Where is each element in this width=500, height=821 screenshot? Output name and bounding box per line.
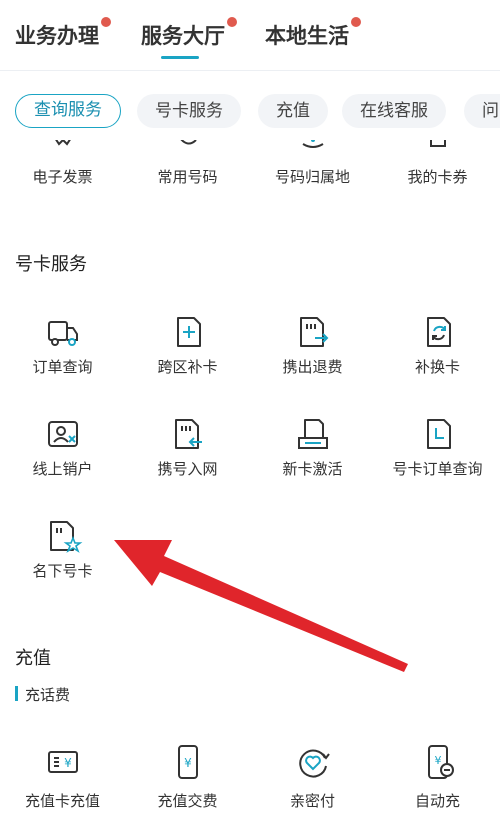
svg-text:¥: ¥ bbox=[434, 754, 441, 767]
chip-online-support[interactable]: 在线客服 bbox=[342, 94, 446, 128]
item-label: 名下号卡 bbox=[32, 562, 93, 580]
tab-label: 业务办理 bbox=[15, 24, 99, 48]
item-label: 我的卡券 bbox=[407, 168, 468, 186]
sim-transfer-out-icon bbox=[299, 317, 328, 347]
grid-item-label-wrap: 电子发票 bbox=[0, 166, 125, 187]
item-label: 常用号码 bbox=[157, 168, 218, 186]
item-label: 自动充 bbox=[414, 792, 460, 810]
grid-item-card-recharge[interactable]: ¥ 充值卡充值 bbox=[0, 742, 125, 811]
grid-item-intimate-pay[interactable]: 亲密付 bbox=[250, 742, 375, 811]
grid-item-label-wrap: 我的卡券 bbox=[375, 166, 500, 187]
tab-service-hall[interactable]: 服务大厅 bbox=[141, 17, 237, 59]
grid-item-invoice[interactable] bbox=[0, 140, 125, 150]
grid-item-my-numbers[interactable]: 名下号卡 bbox=[0, 516, 125, 581]
item-label: 跨区补卡 bbox=[157, 358, 218, 376]
sim-add-icon bbox=[176, 317, 201, 347]
item-label: 充值卡充值 bbox=[24, 792, 100, 810]
svg-text:¥: ¥ bbox=[64, 756, 72, 770]
phone-icon bbox=[179, 140, 197, 145]
grid-item-my-coupons[interactable] bbox=[375, 140, 500, 150]
item-label: 携号入网 bbox=[157, 460, 218, 478]
item-label: 线上销户 bbox=[32, 460, 93, 478]
sim-star-icon bbox=[49, 521, 82, 553]
item-label: 携出退费 bbox=[282, 358, 343, 376]
item-label: 电子发票 bbox=[32, 168, 93, 186]
sim-order-icon bbox=[426, 419, 451, 449]
sim-activate-icon bbox=[297, 419, 328, 449]
tab-label: 服务大厅 bbox=[141, 24, 225, 48]
tab-label: 本地生活 bbox=[265, 24, 349, 48]
grid-item-port-in[interactable]: 携号入网 bbox=[125, 414, 250, 479]
invoice-icon bbox=[54, 140, 71, 146]
chip-more[interactable]: 问 bbox=[464, 94, 500, 128]
notification-dot bbox=[227, 17, 237, 27]
id-card-close-icon bbox=[47, 421, 78, 447]
chip-recharge[interactable]: 充值 bbox=[258, 94, 328, 128]
item-label: 亲密付 bbox=[289, 792, 335, 810]
recharge-card-icon: ¥ bbox=[47, 751, 78, 773]
top-tab-bar: 业务办理 服务大厅 本地生活 bbox=[0, 0, 500, 71]
tab-local-life[interactable]: 本地生活 bbox=[265, 17, 361, 50]
grid-item-cross-region-card[interactable]: 跨区补卡 bbox=[125, 312, 250, 377]
grid-item-label-wrap: 号码归属地 bbox=[250, 166, 375, 187]
item-label: 订单查询 bbox=[32, 358, 93, 376]
sim-replace-icon bbox=[426, 317, 451, 347]
grid-item-label-wrap: 常用号码 bbox=[125, 166, 250, 187]
item-label: 充值交费 bbox=[157, 792, 218, 810]
grid-item-number-location[interactable] bbox=[250, 140, 375, 150]
item-label: 号卡订单查询 bbox=[392, 460, 483, 478]
grid-item-order-query[interactable]: 订单查询 bbox=[0, 312, 125, 377]
notification-dot bbox=[101, 17, 111, 27]
grid-item-card-order-query[interactable]: 号卡订单查询 bbox=[375, 414, 500, 479]
category-chips: 查询服务 号卡服务 充值 在线客服 问 bbox=[0, 90, 500, 134]
grid-item-common-numbers[interactable] bbox=[125, 140, 250, 150]
grid-item-recharge-payment[interactable]: ¥ 充值交费 bbox=[125, 742, 250, 811]
item-label: 新卡激活 bbox=[282, 460, 343, 478]
chip-card-service[interactable]: 号卡服务 bbox=[137, 94, 241, 128]
chip-query-service[interactable]: 查询服务 bbox=[15, 94, 121, 128]
truck-icon bbox=[47, 321, 78, 346]
coupon-icon bbox=[429, 140, 446, 147]
grid-item-online-cancel[interactable]: 线上销户 bbox=[0, 414, 125, 479]
heart-pay-icon bbox=[298, 749, 330, 778]
item-label: 号码归属地 bbox=[274, 168, 350, 186]
grid-item-auto-recharge[interactable]: ¥ 自动充 bbox=[375, 742, 500, 811]
sim-transfer-in-icon bbox=[174, 419, 202, 449]
section-title-card-service: 号卡服务 bbox=[15, 254, 87, 275]
tab-business[interactable]: 业务办理 bbox=[15, 17, 111, 50]
grid-item-port-out-refund[interactable]: 携出退费 bbox=[250, 312, 375, 377]
item-label: 补换卡 bbox=[414, 358, 460, 376]
phone-yuan-icon: ¥ bbox=[177, 745, 198, 779]
svg-text:¥: ¥ bbox=[184, 756, 192, 770]
notification-dot bbox=[351, 17, 361, 27]
auto-recharge-icon: ¥ bbox=[427, 745, 454, 779]
grid-item-activate-card[interactable]: 新卡激活 bbox=[250, 414, 375, 479]
location-icon bbox=[301, 140, 324, 148]
section-title-recharge: 充值 bbox=[15, 648, 51, 669]
grid-item-replace-card[interactable]: 补换卡 bbox=[375, 312, 500, 377]
subsection-title-phone-bill: 充话费 bbox=[15, 684, 70, 705]
